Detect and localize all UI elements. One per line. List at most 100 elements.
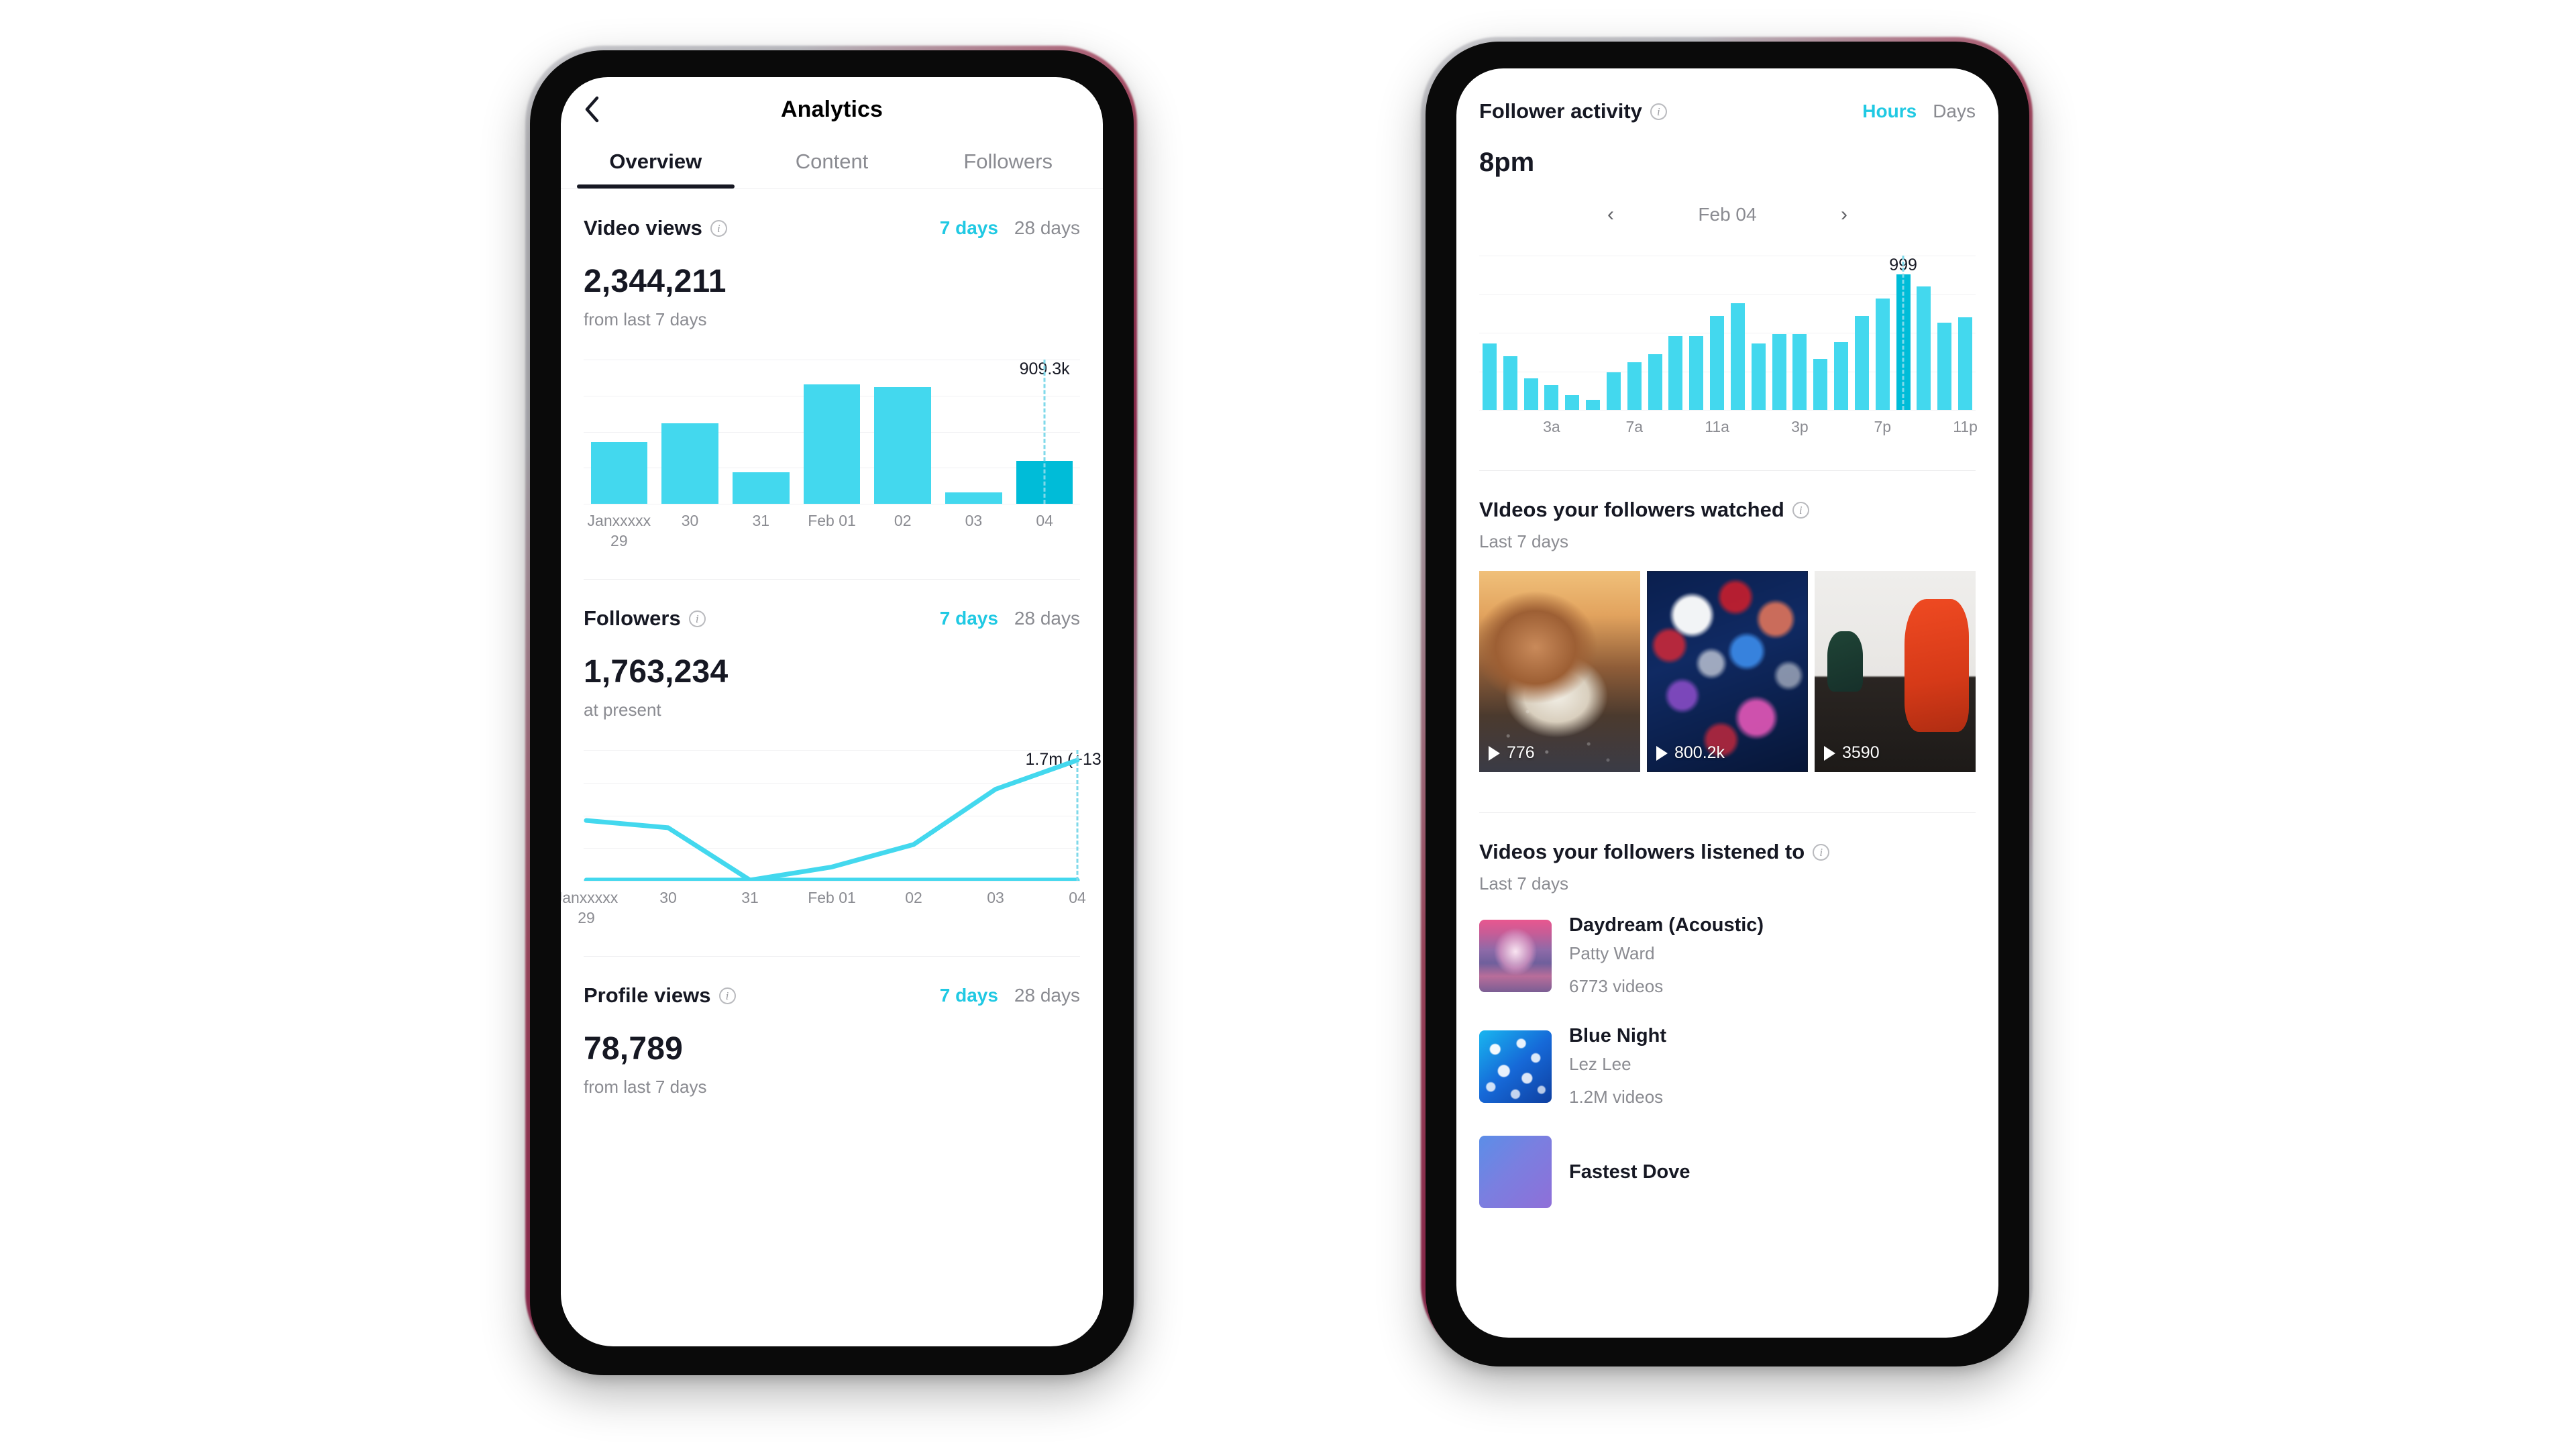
x-axis-tick: 7p (1874, 418, 1892, 435)
follower-activity-x-axis: 3a 7a 11a 3p 7p 11p (1479, 417, 1978, 447)
video-views-chart: 909.3k Janxxxxx 29 30 31 Feb 01 02 03 04 (584, 360, 1080, 556)
album-art (1479, 1136, 1552, 1208)
follower-activity-chart: 999 3a 7a 11a 3p 7p 11p (1479, 256, 1978, 447)
bluenight-cover-icon (1479, 1030, 1552, 1103)
bar (1627, 362, 1642, 410)
info-icon[interactable]: i (718, 987, 736, 1004)
info-icon[interactable]: i (688, 610, 706, 627)
play-count-badge: 3590 (1824, 743, 1880, 763)
gridline (1479, 410, 1976, 411)
bar (1565, 395, 1580, 410)
fastestdove-cover-icon (1479, 1136, 1552, 1208)
section-videos-watched: VIdeos your followers watched i Last 7 d… (1456, 471, 1998, 772)
tab-bar: Overview Content Followers (561, 142, 1103, 189)
bar (1689, 335, 1704, 410)
line-series (584, 757, 1080, 881)
video-views-range-toggle: 7 days 28 days (940, 217, 1080, 239)
followers-chart: 1.7m (+13.4k) Janxxxxx 293031Feb 0102030… (561, 750, 1103, 933)
x-axis-tick: Janxxxxx 29 (561, 889, 619, 927)
video-thumbnail[interactable]: 3590 (1815, 571, 1976, 772)
x-axis-tick: 03 (987, 889, 1004, 906)
list-item[interactable]: Fastest Dove (1479, 1136, 1976, 1208)
section-video-views: Video views i 7 days 28 days 2,344,211 f… (561, 189, 1103, 556)
x-axis-tick: 04 (1036, 512, 1053, 529)
page-title: Analytics (780, 96, 883, 122)
phone-frame-right: Follower activity i Hours Days 8pm ‹ Feb… (1426, 42, 2029, 1366)
bokeh-lights-thumbnail-icon (1647, 571, 1808, 772)
info-icon[interactable]: i (1792, 501, 1809, 519)
videos-watched-title: VIdeos your followers watched (1479, 498, 1784, 521)
range-7-days[interactable]: 7 days (940, 217, 998, 239)
tab-overview[interactable]: Overview (568, 142, 744, 189)
videos-listened-title: Videos your followers listened to (1479, 840, 1805, 863)
track-meta: Fastest Dove (1569, 1161, 1690, 1183)
info-icon[interactable]: i (1650, 103, 1667, 120)
chevron-right-icon[interactable]: › (1833, 201, 1856, 229)
bar (1854, 315, 1869, 410)
track-meta: Daydream (Acoustic) Patty Ward 6773 vide… (1569, 914, 1764, 997)
info-icon[interactable]: i (1813, 843, 1830, 861)
follower-activity-header: Follower activity i Hours Days (1479, 68, 1976, 123)
play-icon (1489, 745, 1500, 761)
x-axis-tick: 31 (741, 889, 759, 906)
toggle-hours[interactable]: Hours (1862, 101, 1917, 122)
bar (590, 441, 648, 504)
range-28-days[interactable]: 28 days (1014, 608, 1080, 629)
x-axis-tick: 3a (1543, 418, 1560, 435)
bar (1730, 303, 1745, 410)
followers-plot (584, 750, 1080, 881)
list-item[interactable]: Blue Night Lez Lee 1.2M videos (1479, 1025, 1976, 1108)
play-count-badge: 800.2k (1656, 743, 1725, 763)
info-icon[interactable]: i (710, 219, 727, 237)
videos-listened-header: Videos your followers listened to i (1479, 813, 1976, 864)
bar (1875, 299, 1890, 410)
app-bar: Analytics (561, 77, 1103, 142)
x-axis-tick: 02 (905, 889, 922, 906)
x-axis-tick: Feb 01 (808, 512, 856, 529)
x-axis-tick: 7a (1625, 418, 1644, 435)
bar (1523, 378, 1538, 410)
chevron-left-icon[interactable]: ‹ (1599, 201, 1622, 229)
tab-followers[interactable]: Followers (920, 142, 1096, 189)
profile-views-title: Profile views (584, 983, 711, 1007)
bar (1586, 400, 1601, 410)
phone-frame-left: Analytics Overview Content Followers Vid… (530, 50, 1134, 1375)
tab-content[interactable]: Content (744, 142, 920, 189)
video-thumbnail[interactable]: 800.2k (1647, 571, 1808, 772)
x-axis-tick: 30 (681, 512, 699, 529)
track-artist: Patty Ward (1569, 943, 1655, 963)
bar (1648, 354, 1662, 410)
section-follower-activity: Follower activity i Hours Days 8pm ‹ Feb… (1456, 68, 1998, 447)
toggle-days[interactable]: Days (1933, 101, 1976, 122)
peak-hour-value: 8pm (1479, 148, 1535, 177)
track-video-count: 1.2M videos (1569, 1087, 1664, 1107)
album-art (1479, 919, 1552, 992)
video-views-sublabel: from last 7 days (584, 309, 707, 329)
profile-views-header: Profile views i 7 days 28 days (584, 957, 1080, 1008)
screen-left: Analytics Overview Content Followers Vid… (561, 77, 1103, 1346)
bar (1917, 286, 1931, 410)
list-item[interactable]: Daydream (Acoustic) Patty Ward 6773 vide… (1479, 914, 1976, 997)
range-28-days[interactable]: 28 days (1014, 217, 1080, 239)
range-7-days[interactable]: 7 days (940, 985, 998, 1006)
range-7-days[interactable]: 7 days (940, 608, 998, 629)
section-followers: Followers i 7 days 28 days 1,763,234 at … (561, 580, 1103, 933)
videos-watched-header: VIdeos your followers watched i (1479, 471, 1976, 522)
follower-activity-toggle: Hours Days (1862, 101, 1976, 122)
bar (1834, 341, 1849, 410)
back-chevron-icon[interactable] (578, 96, 605, 123)
section-videos-listened: Videos your followers listened to i Last… (1456, 813, 1998, 1208)
date-navigator: ‹ Feb 04 › (1479, 201, 1976, 229)
peak-indicator-line (1076, 750, 1079, 881)
video-views-value: 2,344,211 (584, 264, 727, 299)
followers-title: Followers (584, 606, 681, 630)
video-thumbnail[interactable]: 776 (1479, 571, 1640, 772)
video-views-title: Video views (584, 216, 702, 239)
x-axis-tick: 3p (1791, 418, 1809, 435)
follower-activity-plot (1479, 256, 1976, 411)
bar (1668, 335, 1683, 410)
video-views-plot (584, 360, 1080, 504)
album-art (1479, 1030, 1552, 1103)
profile-views-range-toggle: 7 days 28 days (940, 985, 1080, 1006)
range-28-days[interactable]: 28 days (1014, 985, 1080, 1006)
